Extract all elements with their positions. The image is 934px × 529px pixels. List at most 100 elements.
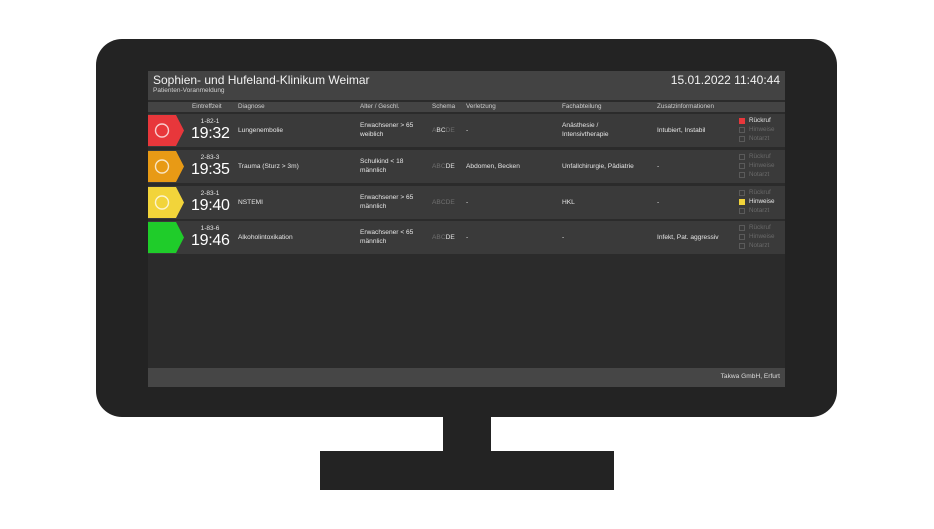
extra-info: - — [657, 163, 660, 170]
column-header-age: Alter / Geschl. — [360, 103, 400, 110]
injury: Abdomen, Becken — [466, 163, 520, 170]
schema-letter: E — [450, 127, 455, 134]
flag-checkbox-icon — [739, 172, 745, 178]
triage-indicator — [148, 187, 184, 218]
flag-checkbox-icon — [739, 163, 745, 169]
diagnosis: Alkoholintoxikation — [238, 234, 293, 241]
flag-callback: Rückruf — [739, 189, 783, 198]
department: Anästhesie / — [562, 122, 599, 129]
flag-checkbox-icon — [739, 190, 745, 196]
flag-label: Rückruf — [749, 117, 771, 124]
patient-row[interactable]: 2-83-1 19:40 NSTEMI Erwachsener > 65 män… — [148, 186, 785, 219]
flag-list: Rückruf Hinweise Notarzt — [739, 153, 783, 180]
abcde-schema: ABCDE — [432, 234, 455, 241]
department: HKL — [562, 199, 575, 206]
patient-id: 2-83-3 — [200, 154, 220, 161]
flag-label: Notarzt — [749, 242, 770, 249]
flag-label: Hinweise — [749, 126, 775, 133]
flag-emergency-doctor: Notarzt — [739, 171, 783, 180]
flag-notes: Hinweise — [739, 126, 783, 135]
flag-emergency-doctor: Notarzt — [739, 207, 783, 216]
flag-checkbox-icon — [739, 136, 745, 142]
flag-list: Rückruf Hinweise Notarzt — [739, 224, 783, 251]
triage-indicator — [148, 115, 184, 146]
clinic-name: Sophien- und Hufeland-Klinikum Weimar — [153, 73, 370, 87]
patient-id: 2-83-1 — [200, 190, 220, 197]
flag-emergency-doctor: Notarzt — [739, 242, 783, 251]
column-header-diagnosis: Diagnose — [238, 103, 265, 110]
flag-checkbox-icon — [739, 234, 745, 240]
flag-label: Notarzt — [749, 171, 770, 178]
sex: männlich — [360, 203, 387, 210]
monitor-stand-neck — [443, 416, 491, 454]
triage-indicator — [148, 222, 184, 253]
flag-callback: Rückruf — [739, 224, 783, 233]
sex: männlich — [360, 167, 387, 174]
flag-checkbox-icon — [739, 199, 745, 205]
age-group: Erwachsener < 65 — [360, 229, 414, 236]
table-header: Eintreffzeit Diagnose Alter / Geschl. Sc… — [148, 102, 785, 112]
datetime-display: 15.01.2022 11:40:44 — [670, 73, 780, 87]
age-group: Schulkind < 18 — [360, 158, 404, 165]
column-header-department: Fachabteilung — [562, 103, 602, 110]
flag-notes: Hinweise — [739, 198, 783, 207]
flag-label: Rückruf — [749, 189, 771, 196]
flag-checkbox-icon — [739, 243, 745, 249]
flag-list: Rückruf Hinweise Notarzt — [739, 189, 783, 216]
triage-indicator — [148, 151, 184, 182]
extra-info: - — [657, 199, 660, 206]
injury: - — [466, 234, 469, 241]
patient-row[interactable]: 2-83-3 19:35 Trauma (Sturz > 3m) Schulki… — [148, 150, 785, 183]
injury: - — [466, 127, 469, 134]
flag-notes: Hinweise — [739, 162, 783, 171]
flag-emergency-doctor: Notarzt — [739, 135, 783, 144]
flag-callback: Rückruf — [739, 153, 783, 162]
diagnosis: Trauma (Sturz > 3m) — [238, 163, 299, 170]
flag-label: Hinweise — [749, 233, 775, 240]
flag-checkbox-icon — [739, 154, 745, 160]
flag-list: Rückruf Hinweise Notarzt — [739, 117, 783, 144]
department-line2: Intensivtherapie — [562, 131, 609, 138]
sex: männlich — [360, 238, 387, 245]
column-header-arrival: Eintreffzeit — [192, 103, 222, 110]
arrival-time: 19:40 — [191, 197, 230, 214]
flag-label: Hinweise — [749, 198, 775, 205]
arrival-time: 19:46 — [191, 232, 230, 249]
flag-label: Notarzt — [749, 207, 770, 214]
schema-letter: E — [450, 234, 455, 241]
schema-letter: E — [450, 163, 455, 170]
abcde-schema: ABCDE — [432, 199, 455, 206]
column-header-injury: Verletzung — [466, 103, 496, 110]
flag-callback: Rückruf — [739, 117, 783, 126]
patient-id: 1-83-6 — [200, 225, 220, 232]
age-group: Erwachsener > 65 — [360, 194, 414, 201]
abcde-schema: ABCDE — [432, 163, 455, 170]
sex: weiblich — [360, 131, 384, 138]
footer-bar: Takwa GmbH, Erfurt — [148, 368, 785, 387]
schema-letter: E — [450, 199, 455, 206]
monitor-stand-base — [320, 451, 614, 490]
arrival-time: 19:32 — [191, 125, 230, 142]
flag-label: Rückruf — [749, 153, 771, 160]
patient-row[interactable]: 1-82-1 19:32 Lungenembolie Erwachsener >… — [148, 114, 785, 147]
flag-label: Hinweise — [749, 162, 775, 169]
page-subtitle: Patienten-Voranmeldung — [153, 87, 225, 94]
arrival-time: 19:35 — [191, 161, 230, 178]
flag-checkbox-icon — [739, 127, 745, 133]
department: - — [562, 234, 565, 241]
patient-id: 1-82-1 — [200, 118, 220, 125]
footer-company: Takwa GmbH, Erfurt — [720, 373, 780, 380]
monitor-screen: Sophien- und Hufeland-Klinikum Weimar Pa… — [148, 71, 785, 387]
diagnosis: NSTEMI — [238, 199, 263, 206]
age-group: Erwachsener > 65 — [360, 122, 414, 129]
flag-checkbox-icon — [739, 225, 745, 231]
column-header-extra-info: Zusatzinformationen — [657, 103, 715, 110]
flag-checkbox-icon — [739, 118, 745, 124]
column-header-schema: Schema — [432, 103, 456, 110]
diagnosis: Lungenembolie — [238, 127, 284, 134]
flag-label: Notarzt — [749, 135, 770, 142]
department: Unfallchirurgie, Pädiatrie — [562, 163, 634, 170]
injury: - — [466, 199, 469, 206]
patient-row[interactable]: 1-83-6 19:46 Alkoholintoxikation Erwachs… — [148, 221, 785, 254]
title-bar: Sophien- und Hufeland-Klinikum Weimar Pa… — [148, 71, 785, 100]
